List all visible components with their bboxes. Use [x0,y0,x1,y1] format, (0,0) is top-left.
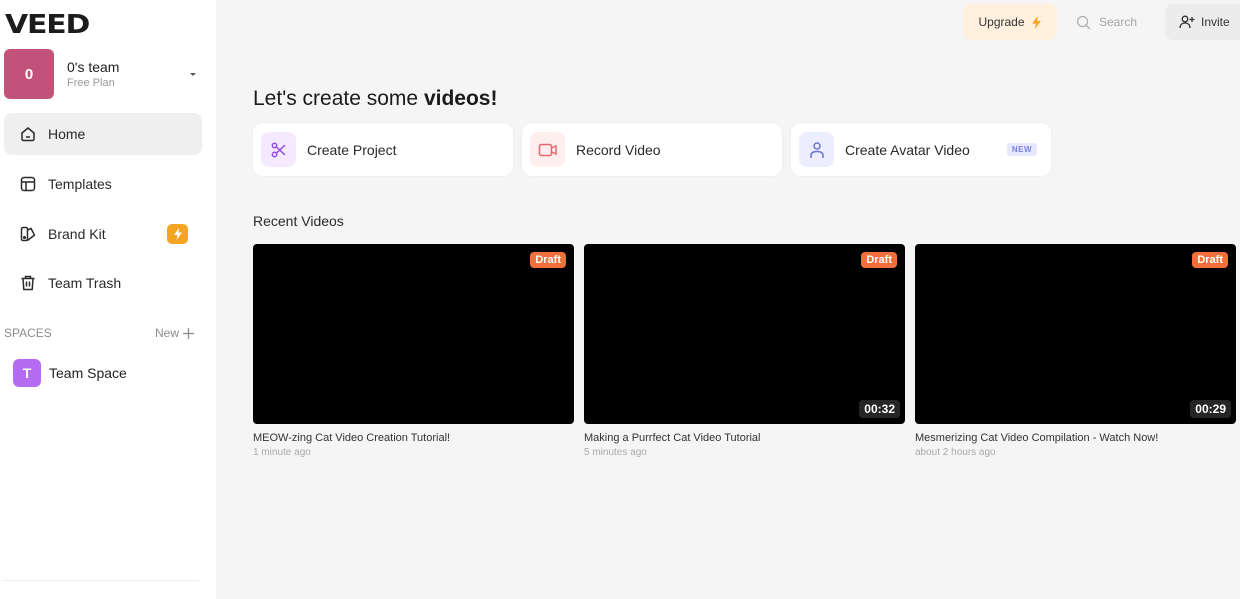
invite-button[interactable]: Invite [1165,4,1240,40]
team-name: 0's team [67,59,120,75]
video-title[interactable]: Making a Purrfect Cat Video Tutorial [584,432,905,444]
trash-icon [18,273,38,293]
record-video-button[interactable]: Record Video [522,123,782,176]
team-avatar: 0 [4,49,54,99]
spaces-header: SPACES [4,326,52,340]
add-user-icon [1179,15,1195,29]
create-project-button[interactable]: Create Project [253,123,513,176]
sidebar-item-team-trash[interactable]: Team Trash [4,262,202,304]
video-thumbnail[interactable]: Draft 00:32 [584,244,905,424]
action-label: Create Project [307,141,397,158]
sidebar-item-label: Home [48,126,86,142]
action-label: Record Video [576,141,661,158]
action-label: Create Avatar Video [845,141,970,158]
brand-kit-icon [18,224,38,244]
space-label: Team Space [49,365,127,381]
search-icon [1076,15,1091,29]
sidebar-item-label: Brand Kit [48,226,106,242]
video-card[interactable]: Draft 00:29 Mesmerizing Cat Video Compil… [915,244,1236,458]
video-card[interactable]: Draft MEOW-zing Cat Video Creation Tutor… [253,244,574,458]
lightning-icon [167,224,188,244]
templates-icon [18,174,38,194]
sidebar-item-label: Team Trash [48,275,122,291]
search-input[interactable]: Search [1076,4,1137,40]
veed-logo[interactable]: VEED [5,10,90,40]
video-title[interactable]: Mesmerizing Cat Video Compilation - Watc… [915,432,1236,444]
scissors-icon [261,132,296,167]
draft-badge: Draft [1192,252,1228,268]
recent-videos-title: Recent Videos [253,213,344,229]
video-timestamp: 1 minute ago [253,447,311,458]
upgrade-button[interactable]: Upgrade [963,4,1057,40]
new-badge: NEW [1006,143,1037,156]
sidebar-item-home[interactable]: Home [4,113,202,155]
space-item-team-space[interactable]: T Team Space [13,359,127,387]
title-regular: Let's create some [253,87,424,110]
sidebar-item-templates[interactable]: Templates [4,163,202,205]
page-title: Let's create some videos! [253,87,497,111]
user-icon [799,132,834,167]
search-placeholder: Search [1099,15,1138,29]
create-avatar-video-button[interactable]: Create Avatar Video NEW [791,123,1051,176]
video-thumbnail[interactable]: Draft 00:29 [915,244,1236,424]
invite-label: Invite [1201,15,1230,29]
video-camera-icon [530,132,565,167]
duration-badge: 00:29 [1190,400,1231,418]
video-timestamp: 5 minutes ago [584,447,647,458]
video-timestamp: about 2 hours ago [915,447,996,458]
sidebar-item-brand-kit[interactable]: Brand Kit [4,213,202,255]
lightning-icon [1031,15,1041,29]
duration-badge: 00:32 [859,400,900,418]
chevron-down-icon [190,72,196,76]
plus-icon [183,327,194,339]
video-title[interactable]: MEOW-zing Cat Video Creation Tutorial! [253,432,574,444]
team-plan: Free Plan [67,77,115,89]
video-card[interactable]: Draft 00:32 Making a Purrfect Cat Video … [584,244,905,458]
draft-badge: Draft [861,252,897,268]
draft-badge: Draft [530,252,566,268]
upgrade-label: Upgrade [978,15,1025,29]
space-avatar: T [13,359,41,387]
title-bold: videos! [423,87,498,110]
new-space-label: New [154,326,179,340]
sidebar-divider [4,580,199,581]
team-switcher[interactable]: 0 0's team Free Plan [4,49,202,99]
sidebar-item-label: Templates [48,176,112,192]
home-icon [18,124,38,144]
sidebar: VEED 0 0's team Free Plan Home Templates… [0,0,216,599]
video-thumbnail[interactable]: Draft [253,244,574,424]
new-space-button[interactable]: New [155,326,194,340]
